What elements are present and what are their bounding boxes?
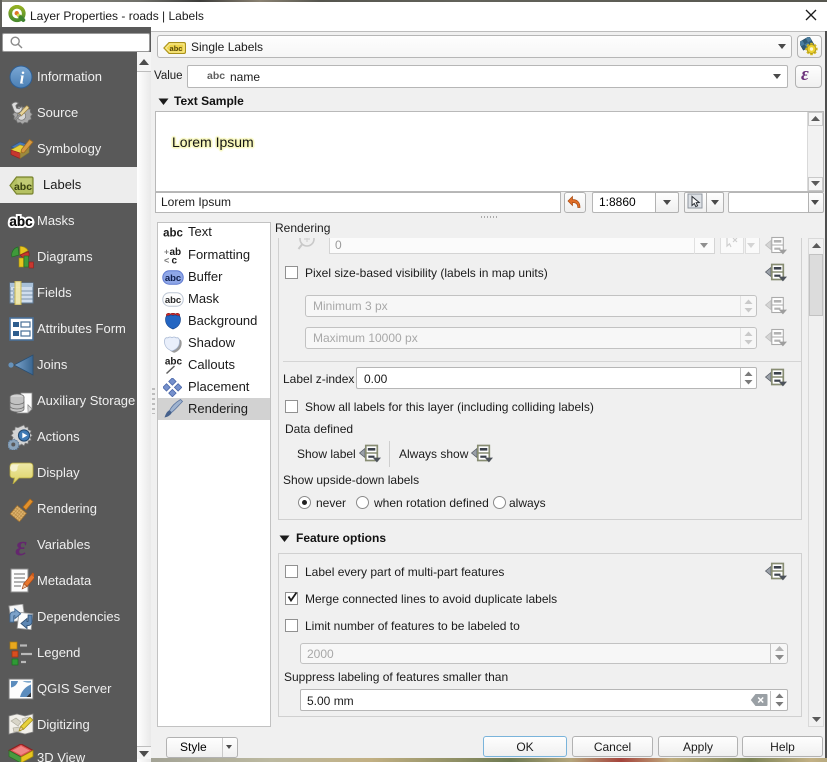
svg-text:i: i bbox=[20, 69, 25, 88]
svg-text:abc: abc bbox=[13, 181, 31, 193]
svg-text:abc: abc bbox=[170, 44, 183, 53]
svg-text:<: < bbox=[164, 255, 169, 265]
svg-text:abc: abc bbox=[164, 295, 180, 306]
svg-text:abc: abc bbox=[164, 273, 180, 284]
svg-text:c: c bbox=[171, 255, 177, 265]
svg-text:ε: ε bbox=[15, 532, 27, 558]
svg-text:abc: abc bbox=[163, 228, 183, 240]
svg-text:abc: abc bbox=[9, 214, 33, 229]
